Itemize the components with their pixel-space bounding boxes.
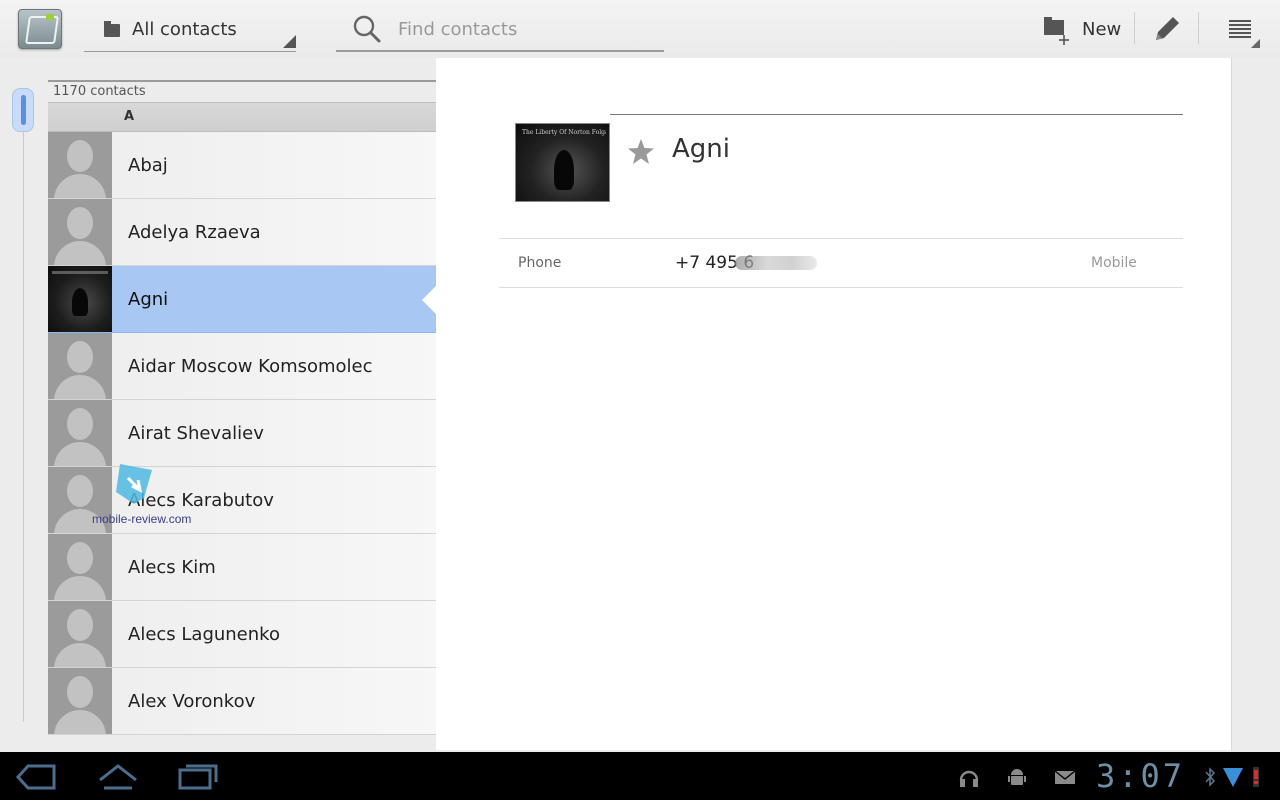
android-debug-icon: [1008, 769, 1026, 785]
photo-caption: The Liberty Of Norton Folgate: [522, 129, 606, 136]
contact-row[interactable]: Aidar Moscow Komsomolec: [48, 333, 436, 400]
default-avatar-icon: [48, 400, 112, 466]
section-letter: A: [124, 109, 135, 124]
fast-scroll-track: [23, 90, 24, 722]
default-avatar-icon: [48, 333, 112, 399]
new-contact-button[interactable]: New: [1040, 10, 1130, 48]
actionbar-divider: [1134, 12, 1135, 44]
watermark-text: mobile-review.com: [92, 512, 192, 526]
selection-pointer: [422, 286, 436, 314]
back-icon[interactable]: [14, 762, 58, 792]
contact-row[interactable]: Alex Voronkov: [48, 668, 436, 735]
contact-name: Agni: [672, 134, 730, 164]
contacts-app-icon[interactable]: [18, 9, 62, 49]
system-bar: 3:07: [0, 752, 1280, 800]
phone-kind-label: Phone: [518, 255, 562, 271]
recent-apps-icon[interactable]: [176, 762, 220, 792]
contact-row[interactable]: Alecs Lagunenko: [48, 601, 436, 668]
contact-name: Agni: [128, 289, 169, 310]
spinner-arrow-icon: [283, 35, 296, 48]
contact-name: Alecs Lagunenko: [128, 624, 280, 645]
star-icon[interactable]: [627, 138, 655, 166]
phone-row[interactable]: Phone +7 495 6 Mobile: [499, 239, 1183, 287]
default-avatar-icon: [48, 601, 112, 667]
battery-icon: [1253, 767, 1259, 787]
mail-icon: [1054, 770, 1076, 784]
contact-name: Alecs Kim: [128, 557, 216, 578]
search-input[interactable]: [398, 18, 648, 40]
contacts-group-icon: [104, 20, 124, 39]
contact-row[interactable]: Agni: [48, 266, 436, 333]
add-contact-icon: [1044, 17, 1069, 45]
contact-name: Aidar Moscow Komsomolec: [128, 356, 373, 377]
contact-count: 1170 contacts: [53, 84, 146, 99]
watermark: mobile-review.com: [92, 462, 212, 532]
wifi-signal-icon: [1223, 768, 1243, 787]
contact-detail-pane: The Liberty Of Norton Folgate Agni Phone…: [436, 58, 1232, 750]
contact-row[interactable]: Alecs Kim: [48, 534, 436, 601]
contact-photo[interactable]: The Liberty Of Norton Folgate: [515, 123, 610, 202]
menu-corner-indicator: [1251, 39, 1260, 48]
clock[interactable]: 3:07: [1096, 757, 1185, 795]
actionbar-divider: [1198, 12, 1199, 44]
detail-header-divider: [610, 114, 1183, 115]
home-icon[interactable]: [96, 762, 140, 792]
contact-name: Abaj: [128, 155, 168, 176]
filter-label: All contacts: [132, 19, 237, 40]
search-icon: [353, 15, 381, 43]
contact-rows: Abaj Adelya Rzaeva Agni Aidar Moscow Komsom…: [48, 132, 436, 735]
action-bar: All contacts New: [0, 0, 1280, 58]
contact-row[interactable]: Abaj: [48, 132, 436, 199]
overflow-menu-button[interactable]: [1218, 10, 1262, 48]
contact-photo-thumbnail: [48, 266, 112, 332]
contact-row[interactable]: Airat Shevaliev: [48, 400, 436, 467]
contact-row[interactable]: Adelya Rzaeva: [48, 199, 436, 266]
default-avatar-icon: [48, 199, 112, 265]
default-avatar-icon: [48, 534, 112, 600]
fast-scroll-thumb[interactable]: [12, 88, 34, 132]
watermark-logo-icon: [116, 464, 152, 504]
phone-number-redaction: [735, 256, 817, 270]
section-header: A: [48, 102, 436, 132]
contact-name: Alex Voronkov: [128, 691, 256, 712]
bluetooth-icon: [1205, 767, 1216, 787]
detail-divider: [499, 287, 1183, 288]
search-box[interactable]: [336, 8, 664, 52]
new-button-label: New: [1082, 18, 1122, 40]
contact-filter-spinner[interactable]: All contacts: [84, 8, 296, 52]
contact-name: Airat Shevaliev: [128, 423, 264, 444]
contact-name: Adelya Rzaeva: [128, 222, 261, 243]
phone-type-label: Mobile: [1091, 255, 1137, 271]
pencil-icon: [1156, 17, 1179, 40]
contact-list: 1170 contacts A Abaj Adelya Rzaeva Agni Aid…: [48, 80, 436, 752]
edit-contact-button[interactable]: [1146, 10, 1186, 48]
default-avatar-icon: [48, 668, 112, 734]
default-avatar-icon: [48, 132, 112, 198]
headphones-icon: [959, 770, 979, 787]
